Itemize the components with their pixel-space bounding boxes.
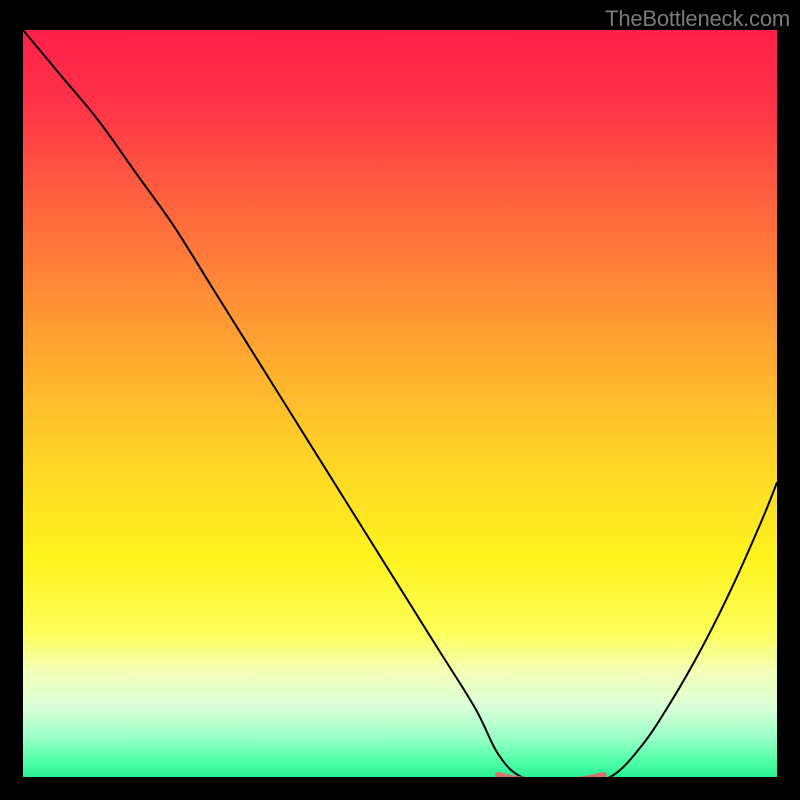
plot-area [23,30,777,777]
minimum-marker [498,775,604,777]
attribution-text: TheBottleneck.com [605,6,790,32]
bottleneck-curve [23,30,777,777]
chart-stage: TheBottleneck.com [0,0,800,800]
curve-layer [23,30,777,777]
